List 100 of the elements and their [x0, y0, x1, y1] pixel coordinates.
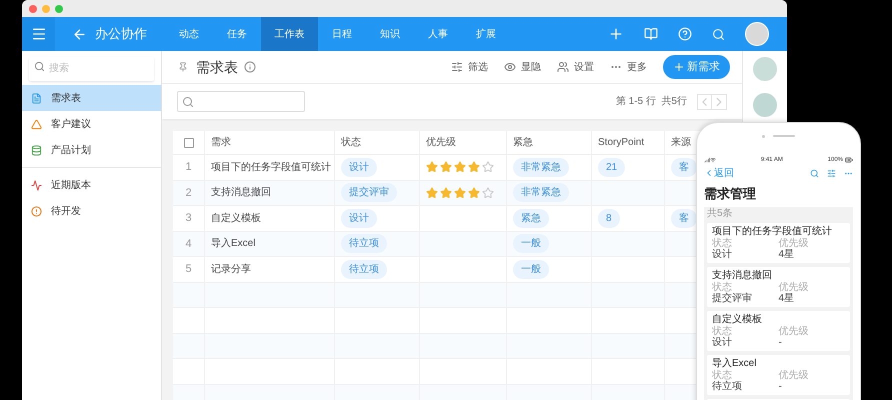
- status-tag: 提交评审: [341, 183, 397, 202]
- help-icon[interactable]: [678, 27, 692, 41]
- phone-page-title: 需求管理: [704, 185, 757, 203]
- table-cell-text: 导入Excel: [211, 236, 256, 252]
- row-number: 1: [185, 160, 192, 175]
- app-title: 办公协作: [95, 25, 148, 44]
- column-header: 状态: [341, 136, 361, 150]
- toolbar-action[interactable]: 筛选: [451, 60, 488, 74]
- pin-icon[interactable]: [178, 62, 188, 72]
- user-avatar[interactable]: [745, 22, 769, 46]
- source-tag: 客: [671, 158, 697, 177]
- alert-icon: [31, 206, 42, 216]
- toolbar-action[interactable]: 更多: [610, 60, 647, 74]
- record-card[interactable]: 支持消息撤回 状态 优先级 提交评审 4星: [707, 266, 850, 306]
- people-icon: [557, 61, 569, 73]
- menu-icon[interactable]: [30, 26, 46, 42]
- field-value: 设计: [712, 248, 733, 260]
- column-header: StoryPoint: [598, 136, 644, 150]
- record-card[interactable]: 导入Excel 状态 优先级 待立项 -: [707, 354, 850, 394]
- star-icon: [426, 186, 438, 199]
- sliders-icon: [451, 61, 463, 73]
- star-icon: [440, 186, 452, 199]
- field-value: -: [778, 336, 783, 348]
- column-header: 来源: [671, 136, 691, 150]
- sidebar-item[interactable]: 产品计划: [22, 137, 161, 163]
- field-value: -: [778, 380, 783, 392]
- field-label: 状态: [712, 370, 733, 380]
- record-card[interactable]: 项目下的任务字段值可统计 状态 优先级 设计 4星: [707, 222, 850, 262]
- record-count: 共5条: [707, 208, 734, 218]
- sidebar-item[interactable]: 待开发: [22, 198, 161, 224]
- star-icon: [454, 161, 466, 174]
- search-icon: [182, 96, 194, 108]
- star-icon: [426, 161, 438, 174]
- search-icon: [34, 61, 45, 72]
- search-field[interactable]: 搜索: [29, 56, 154, 81]
- star-icon: [482, 186, 494, 199]
- add-icon[interactable]: [608, 26, 624, 42]
- card-title: 项目下的任务字段值可统计: [712, 226, 833, 238]
- field-label: 状态: [712, 238, 733, 248]
- status-tag: 设计: [341, 158, 377, 177]
- status-tag: 待立项: [341, 260, 387, 279]
- column-header: 优先级: [426, 136, 456, 150]
- field-value: 4星: [778, 248, 796, 260]
- toolbar-action[interactable]: 设置: [557, 60, 594, 74]
- field-value: 设计: [712, 336, 733, 348]
- star-icon: [468, 161, 480, 174]
- info-icon[interactable]: [244, 61, 256, 73]
- card-title: 支持消息撤回: [712, 270, 773, 282]
- field-label: 优先级: [778, 238, 810, 248]
- field-value: 提交评审: [712, 292, 753, 304]
- sidebar-item[interactable]: 需求表: [22, 85, 161, 111]
- field-label: 优先级: [778, 326, 810, 336]
- urgency-tag: 一般: [513, 260, 549, 279]
- row-number: 5: [185, 262, 192, 277]
- search-icon[interactable]: [712, 28, 725, 40]
- row-number: 4: [185, 236, 192, 252]
- story-point-tag: 8: [598, 208, 620, 228]
- table-cell-text: 支持消息撤回: [211, 186, 271, 200]
- toolbar-action[interactable]: 显隐: [504, 60, 541, 74]
- column-header: 紧急: [513, 136, 533, 150]
- urgency-tag: 紧急: [513, 208, 549, 228]
- urgency-tag: 一般: [513, 234, 549, 254]
- sidebar-item[interactable]: 客户建议: [22, 111, 161, 137]
- row-number: 3: [185, 211, 192, 226]
- nav-tab[interactable]: 工作表: [261, 17, 318, 51]
- book-icon[interactable]: [644, 27, 658, 41]
- card-title: 导入Excel: [712, 358, 758, 370]
- row-number: 2: [185, 186, 192, 200]
- database-icon: [31, 144, 42, 156]
- wifi-icon: [710, 157, 716, 163]
- sidebar-item[interactable]: 近期版本: [22, 172, 161, 198]
- table-search-field[interactable]: [177, 91, 305, 112]
- status-tag: 待立项: [341, 234, 387, 254]
- field-label: 优先级: [778, 282, 810, 292]
- plus-icon: [673, 61, 685, 73]
- camera-icon: [762, 134, 765, 138]
- page-title: 需求表: [196, 58, 238, 76]
- select-all-checkbox[interactable]: [184, 138, 194, 148]
- triangle-icon: [31, 118, 42, 130]
- source-tag: 客: [671, 208, 697, 228]
- record-card[interactable]: 自定义模板 状态 优先级 设计 -: [707, 310, 850, 350]
- pager-text: 第 1-5 行 共5行: [616, 94, 687, 109]
- field-value: 待立项: [712, 380, 743, 392]
- eye-icon: [504, 61, 516, 73]
- squiggle-icon: [31, 180, 42, 190]
- star-icon: [468, 186, 480, 199]
- battery-icon: [845, 156, 853, 164]
- document-icon: [31, 92, 42, 104]
- status-tag: 设计: [341, 208, 377, 228]
- field-label: 状态: [712, 282, 733, 292]
- table-cell-text: 自定义模板: [211, 212, 261, 226]
- star-icon: [454, 186, 466, 199]
- star-icon: [482, 161, 494, 174]
- field-label: 优先级: [778, 370, 810, 380]
- search-icon[interactable]: [810, 168, 819, 178]
- urgency-tag: 非常紧急: [513, 183, 569, 202]
- sliders-icon[interactable]: [827, 168, 836, 178]
- story-point-tag: 21: [598, 158, 626, 177]
- field-value: 4星: [778, 292, 796, 304]
- star-icon: [440, 161, 452, 174]
